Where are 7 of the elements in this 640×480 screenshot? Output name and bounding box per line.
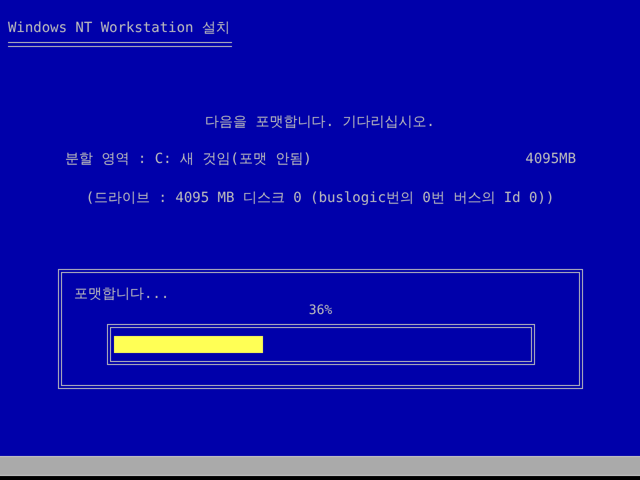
partition-label: 분할 영역 : C: 새 것임(포맷 안됨) xyxy=(65,150,312,169)
progress-caption: 포맷합니다... xyxy=(74,286,170,302)
progress-percent: 36% xyxy=(308,303,332,319)
wait-message: 다음을 포맷합니다. 기다리십시오. xyxy=(205,113,435,132)
window-title: Windows NT Workstation 설치 xyxy=(8,19,231,38)
drive-info: (드라이브 : 4095 MB 디스크 0 (buslogic번의 0번 버스의 Id 0)) xyxy=(86,189,554,208)
partition-size: 4095MB xyxy=(525,150,576,169)
